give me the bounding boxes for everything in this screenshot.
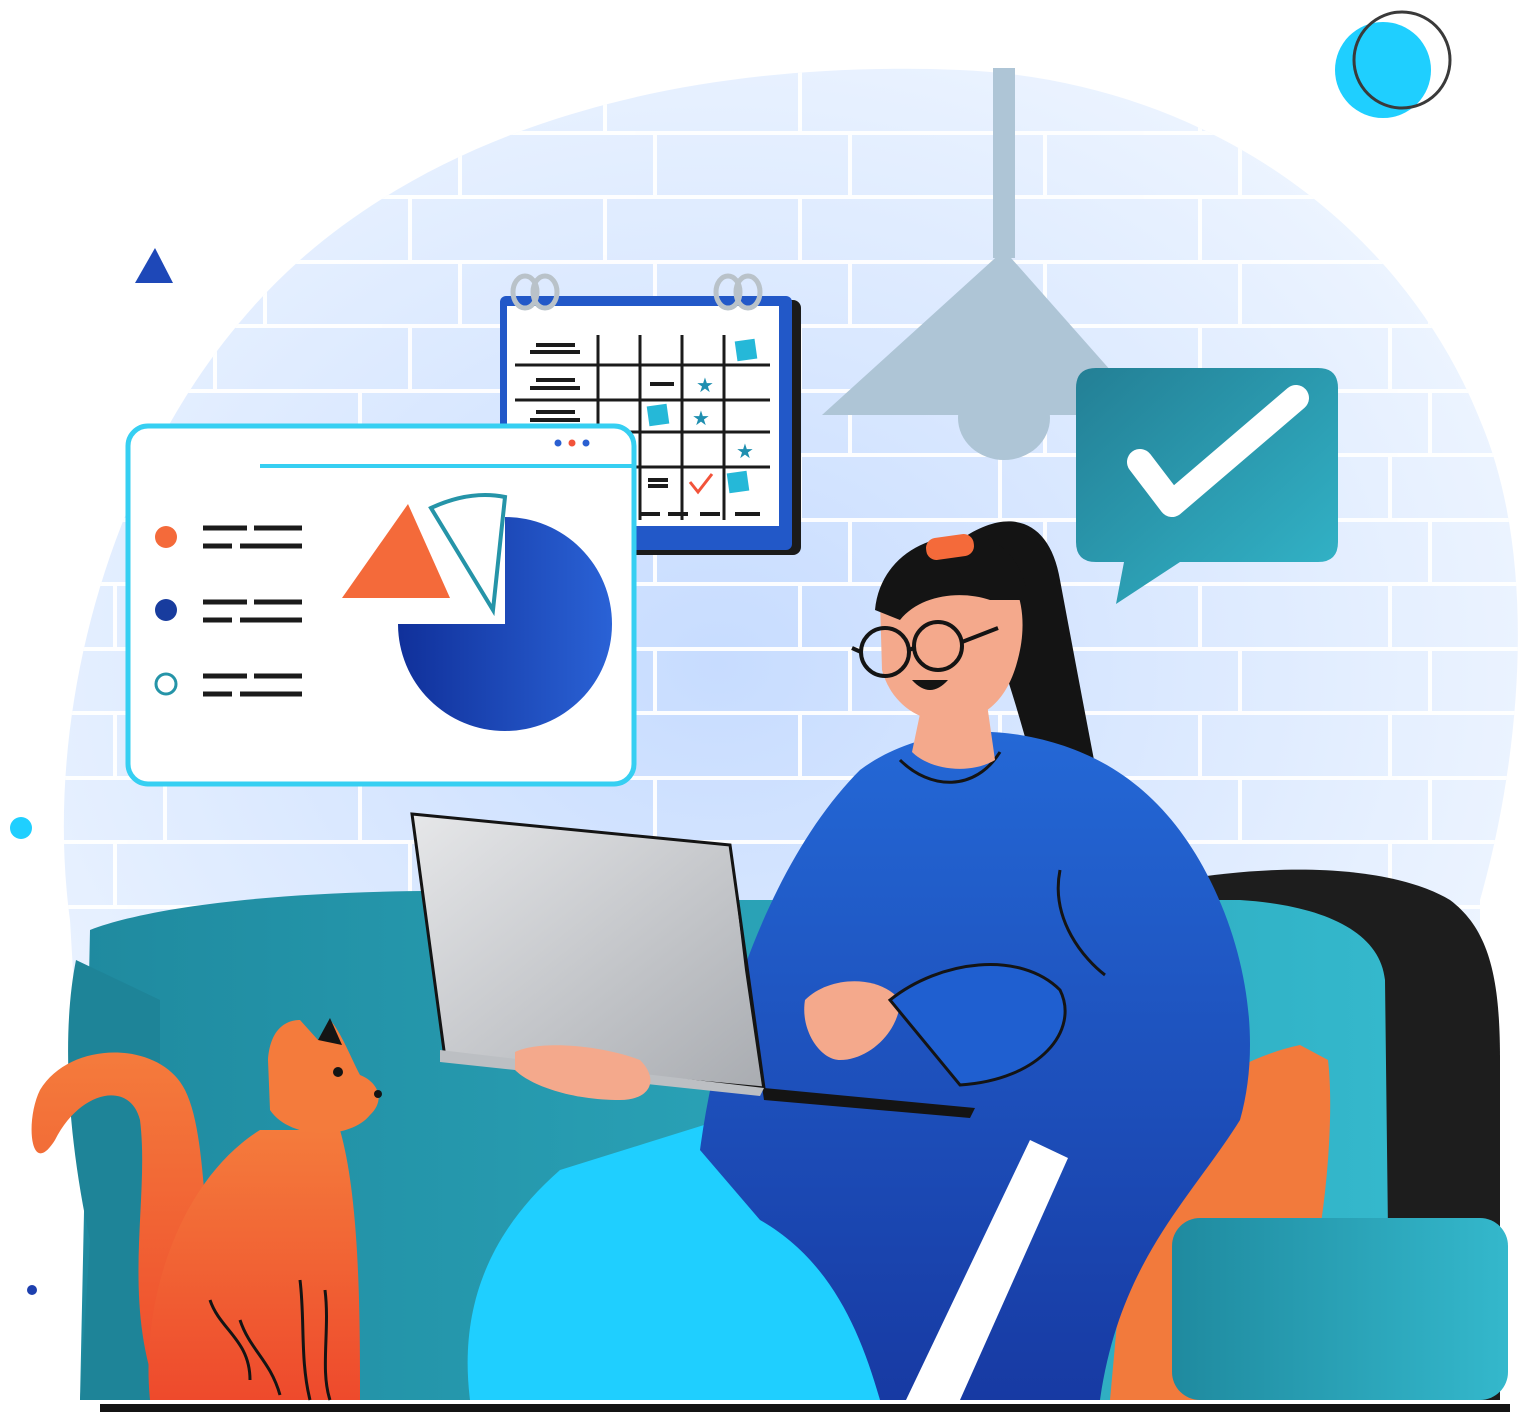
legend-blue-dot-icon (155, 599, 177, 621)
cyan-dot-icon (10, 817, 32, 839)
navy-dot-icon (27, 1285, 37, 1295)
floor-line (100, 1404, 1510, 1412)
window-dot-icon (568, 439, 576, 447)
window-dot-icon (582, 439, 590, 447)
legend-orange-dot-icon (155, 526, 177, 548)
cat-eye-icon (333, 1067, 343, 1077)
svg-text:★: ★ (736, 439, 754, 463)
svg-text:★: ★ (692, 406, 710, 430)
cat-nose-icon (374, 1090, 382, 1098)
svg-text:★: ★ (696, 373, 714, 397)
illustration-canvas: ★ ★ ★ (10, 10, 1518, 1412)
triangle-icon (135, 248, 173, 283)
pie-chart-dashboard-window (125, 423, 637, 787)
window-dot-icon (554, 439, 562, 447)
